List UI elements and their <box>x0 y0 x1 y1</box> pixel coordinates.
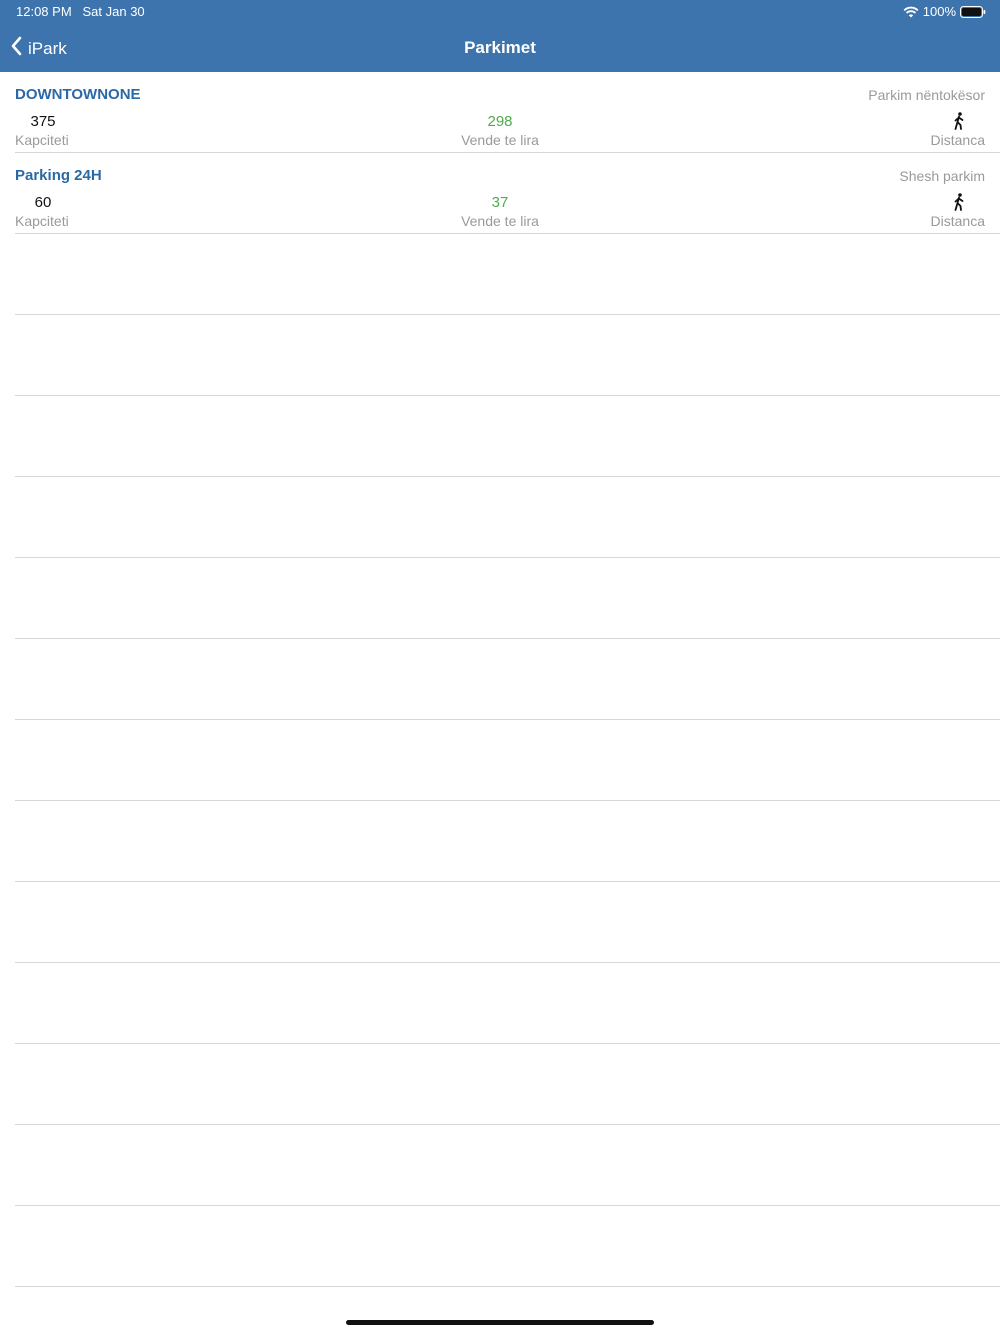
empty-row <box>15 234 1000 315</box>
free-spaces-value: 298 <box>487 113 513 130</box>
empty-row <box>15 1044 1000 1125</box>
empty-row <box>15 801 1000 882</box>
parking-type: Parkim nëntokësor <box>868 87 985 103</box>
empty-row <box>15 477 1000 558</box>
distance-label: Distanca <box>930 132 985 148</box>
parking-type: Shesh parkim <box>899 168 985 184</box>
capacity-value: 60 <box>34 194 52 211</box>
walking-person-icon <box>952 112 966 130</box>
parking-list: DOWNTOWNONE Parkim nëntokësor 375 Kapcit… <box>0 72 1000 1287</box>
capacity-label: Kapciteti <box>15 213 69 229</box>
status-bar-left: 12:08 PM Sat Jan 30 <box>16 4 145 19</box>
wifi-icon <box>903 6 919 18</box>
walking-person-icon <box>952 193 966 211</box>
battery-percent: 100% <box>922 4 956 19</box>
home-indicator[interactable] <box>346 1320 654 1325</box>
status-time: 12:08 PM <box>16 4 72 19</box>
page-title: Parkimet <box>464 38 536 57</box>
empty-row <box>15 558 1000 639</box>
battery-icon <box>960 5 986 18</box>
capacity-label: Kapciteti <box>15 132 69 148</box>
empty-row <box>15 639 1000 720</box>
empty-row <box>15 963 1000 1044</box>
empty-row <box>15 1206 1000 1287</box>
parking-row[interactable]: Parking 24H Shesh parkim 60 Kapciteti 37… <box>15 153 1000 234</box>
empty-row <box>15 720 1000 801</box>
navigation-bar: 12:08 PM Sat Jan 30 100% iPark Parkimet <box>0 0 1000 72</box>
empty-row <box>15 396 1000 477</box>
free-spaces-value: 37 <box>491 194 509 211</box>
status-date: Sat Jan 30 <box>82 4 145 19</box>
empty-row <box>15 882 1000 963</box>
empty-row <box>15 1125 1000 1206</box>
free-spaces-label: Vende te lira <box>461 132 539 148</box>
parking-row[interactable]: DOWNTOWNONE Parkim nëntokësor 375 Kapcit… <box>15 72 1000 153</box>
capacity-value: 375 <box>30 113 56 130</box>
parking-name: DOWNTOWNONE <box>15 86 141 103</box>
distance-label: Distanca <box>930 213 985 229</box>
status-bar-right: 100% <box>903 4 986 19</box>
parking-name: Parking 24H <box>15 167 102 184</box>
free-spaces-label: Vende te lira <box>461 213 539 229</box>
empty-row <box>15 315 1000 396</box>
